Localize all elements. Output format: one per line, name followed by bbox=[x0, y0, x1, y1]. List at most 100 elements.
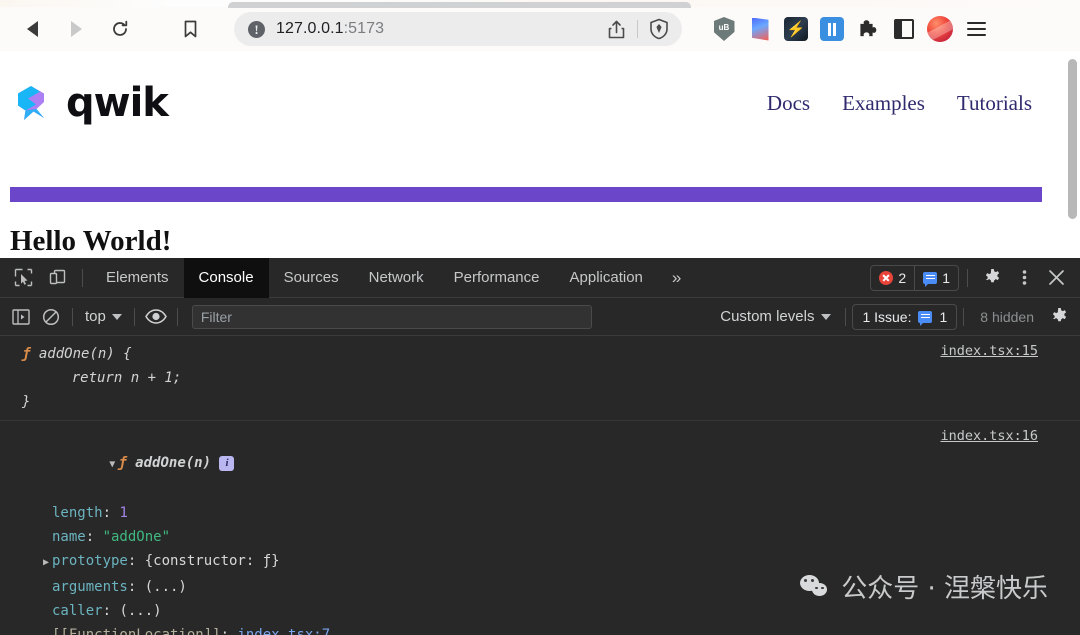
page-viewport: qwik Docs Examples Tutorials Hello World… bbox=[0, 51, 1080, 258]
property-name: length bbox=[52, 505, 103, 521]
issue-badges: 2 1 bbox=[870, 264, 959, 291]
property-name: caller bbox=[52, 603, 103, 619]
tabbar-divider bbox=[82, 268, 83, 287]
gradient-extension-icon[interactable] bbox=[746, 15, 774, 43]
toolbar-divider bbox=[637, 20, 638, 38]
console-sidebar-icon[interactable] bbox=[6, 304, 36, 330]
nav-link-examples[interactable]: Examples bbox=[842, 91, 925, 116]
wechat-icon bbox=[800, 574, 830, 599]
devtools-tabbar-actions: 2 1 bbox=[870, 262, 1080, 294]
issues-button[interactable]: 1 Issue: 1 bbox=[852, 303, 958, 330]
property-separator: : bbox=[127, 579, 145, 595]
toolbar-divider-5 bbox=[963, 307, 965, 326]
accent-bar bbox=[10, 187, 1042, 202]
context-selector[interactable]: top bbox=[79, 308, 128, 325]
property-value-link[interactable]: index.tsx:7 bbox=[237, 627, 330, 635]
property-name: prototype bbox=[52, 553, 128, 569]
message-icon bbox=[923, 271, 938, 287]
log-source-link[interactable]: index.tsx:16 bbox=[940, 428, 1038, 444]
log-line-2: return n + 1; bbox=[38, 370, 182, 386]
message-count-badge[interactable]: 1 bbox=[914, 265, 958, 290]
address-bar[interactable]: ! 127.0.0.1:5173 bbox=[234, 12, 682, 46]
gear-icon[interactable] bbox=[976, 262, 1008, 294]
devtools-tabs: Elements Console Sources Network Perform… bbox=[91, 257, 695, 298]
log-levels-label: Custom levels bbox=[720, 308, 815, 325]
tab-elements[interactable]: Elements bbox=[91, 258, 184, 298]
not-secure-icon[interactable]: ! bbox=[248, 20, 265, 38]
device-toolbar-icon[interactable] bbox=[40, 263, 74, 293]
qwik-mark-icon bbox=[10, 80, 56, 126]
function-keyword-icon: ƒ bbox=[118, 455, 127, 471]
hidden-messages-label[interactable]: 8 hidden bbox=[970, 309, 1044, 325]
tab-strip[interactable] bbox=[0, 0, 1080, 8]
info-icon[interactable]: i bbox=[219, 456, 235, 471]
lightning-extension-icon[interactable] bbox=[782, 15, 810, 43]
console-log-entry[interactable]: index.tsx:15 ƒ addOne(n) { return n + 1;… bbox=[0, 336, 1080, 421]
property-separator: : bbox=[85, 529, 103, 545]
expand-triangle-icon[interactable]: ▶ bbox=[40, 551, 52, 575]
filter-input[interactable] bbox=[191, 304, 592, 329]
url-text: 127.0.0.1:5173 bbox=[276, 20, 385, 37]
qwik-logo[interactable]: qwik bbox=[10, 80, 169, 126]
brave-main-menu-icon[interactable] bbox=[962, 15, 990, 43]
tab-performance[interactable]: Performance bbox=[439, 258, 555, 298]
watermark-text: 公众号 · 涅槃快乐 bbox=[841, 574, 1048, 604]
issues-count: 1 bbox=[939, 308, 948, 325]
log-message: ƒ addOne(n) { bbox=[22, 342, 1080, 366]
side-panel-icon[interactable] bbox=[890, 15, 918, 43]
console-settings-gear-icon[interactable] bbox=[1044, 304, 1074, 330]
property-separator: : bbox=[220, 627, 238, 635]
toolbar-divider-3 bbox=[176, 307, 178, 326]
function-signature: addOne(n) bbox=[135, 455, 212, 471]
console-output[interactable]: index.tsx:15 ƒ addOne(n) { return n + 1;… bbox=[0, 336, 1080, 635]
profile-avatar[interactable] bbox=[926, 15, 954, 43]
log-source-link[interactable]: index.tsx:15 bbox=[940, 343, 1038, 359]
toolbar-divider-2 bbox=[133, 307, 135, 326]
page-content: qwik Docs Examples Tutorials Hello World… bbox=[0, 51, 1062, 258]
property-value: {constructor: ƒ} bbox=[144, 553, 280, 569]
tab-console[interactable]: Console bbox=[183, 257, 269, 298]
chevron-down-icon bbox=[821, 313, 832, 320]
context-label: top bbox=[85, 308, 106, 325]
ublock-origin-icon[interactable]: uB bbox=[710, 15, 738, 43]
more-tabs-button[interactable]: » bbox=[658, 268, 695, 288]
tab-sources[interactable]: Sources bbox=[269, 258, 354, 298]
page-scrollbar-thumb[interactable] bbox=[1068, 59, 1077, 219]
function-keyword-icon: ƒ bbox=[22, 346, 31, 362]
devtools-panel: Elements Console Sources Network Perform… bbox=[0, 257, 1080, 635]
devtools-tabbar: Elements Console Sources Network Perform… bbox=[0, 257, 1080, 298]
bookmark-button[interactable] bbox=[168, 11, 212, 47]
nav-link-tutorials[interactable]: Tutorials bbox=[957, 91, 1032, 116]
puzzle-extensions-icon[interactable] bbox=[854, 15, 882, 43]
nav-link-docs[interactable]: Docs bbox=[767, 91, 810, 116]
back-button[interactable] bbox=[10, 11, 54, 47]
more-options-icon[interactable] bbox=[1008, 262, 1040, 294]
property-value: (...) bbox=[119, 603, 162, 619]
watermark: 公众号 · 涅槃快乐 bbox=[792, 564, 1056, 609]
object-property: name: "addOne" bbox=[22, 525, 1080, 549]
error-count-badge[interactable]: 2 bbox=[871, 266, 914, 290]
forward-arrow-icon bbox=[70, 21, 82, 37]
object-property: length: 1 bbox=[22, 501, 1080, 525]
clear-console-icon[interactable] bbox=[36, 304, 66, 330]
blue-columns-extension-icon[interactable] bbox=[818, 15, 846, 43]
forward-button[interactable] bbox=[54, 11, 98, 47]
brave-shield-icon bbox=[650, 18, 668, 40]
log-levels-selector[interactable]: Custom levels bbox=[712, 308, 839, 325]
error-count: 2 bbox=[898, 269, 907, 286]
tab-network[interactable]: Network bbox=[354, 258, 439, 298]
extension-icons: uB bbox=[710, 15, 990, 43]
share-button[interactable] bbox=[601, 14, 631, 44]
object-header[interactable]: ▼ ƒ addOne(n) i bbox=[22, 427, 1080, 501]
tab-application[interactable]: Application bbox=[555, 258, 658, 298]
live-expression-eye-icon[interactable] bbox=[141, 304, 171, 330]
close-icon[interactable] bbox=[1040, 262, 1072, 294]
brave-shields-button[interactable] bbox=[644, 14, 674, 44]
page-title: Hello World! bbox=[10, 225, 172, 257]
property-value: "addOne" bbox=[102, 529, 171, 545]
collapse-triangle-icon[interactable]: ▼ bbox=[106, 453, 118, 477]
reload-button[interactable] bbox=[98, 11, 142, 47]
property-separator: : bbox=[102, 603, 120, 619]
inspect-element-icon[interactable] bbox=[6, 263, 40, 293]
object-property: [[FunctionLocation]]: index.tsx:7 bbox=[22, 623, 1080, 635]
